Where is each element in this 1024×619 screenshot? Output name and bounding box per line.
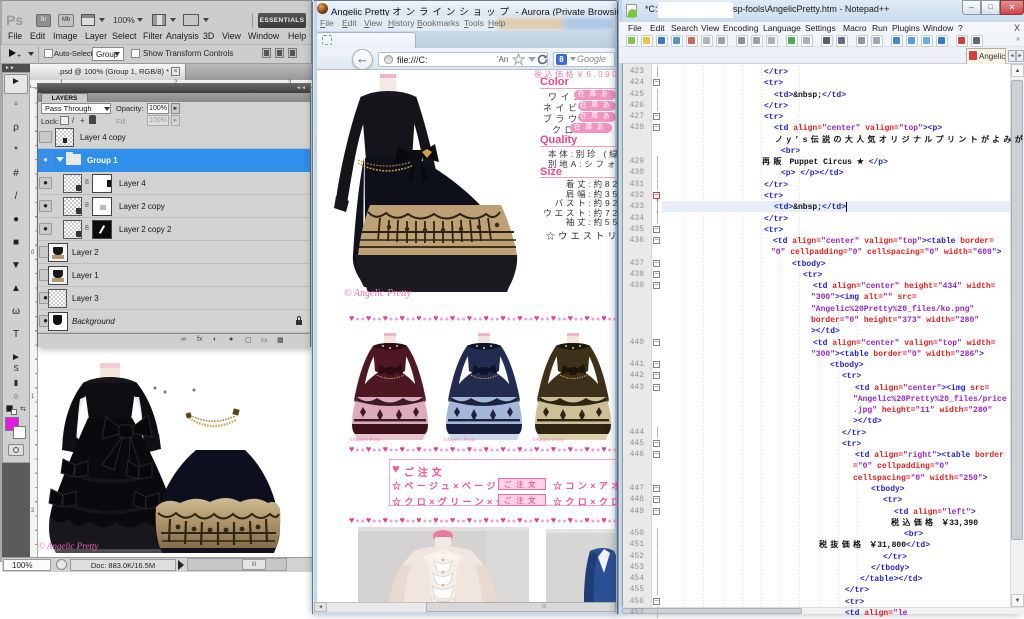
- svg-text:© Angelic Pretty: © Angelic Pretty: [38, 541, 98, 551]
- svg-text:©Angelic Pretty: ©Angelic Pretty: [532, 437, 565, 443]
- svg-text:© Angelic Pretty: © Angelic Pretty: [344, 288, 412, 299]
- svg-text:©Angelic Pretty: ©Angelic Pretty: [443, 437, 476, 443]
- svg-text:©Angelic Pretty: ©Angelic Pretty: [349, 437, 382, 443]
